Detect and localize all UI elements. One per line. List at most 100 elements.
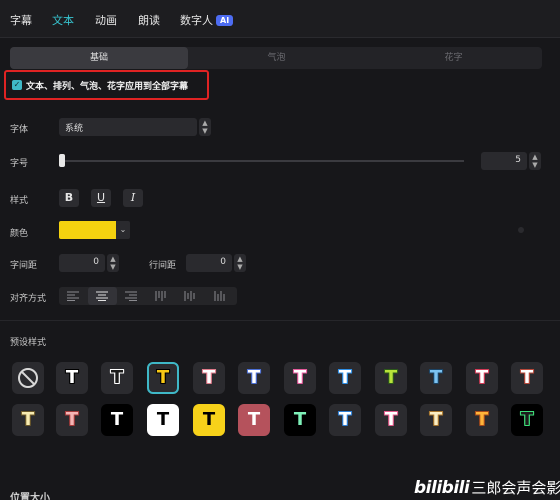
preset-none-button[interactable] xyxy=(12,362,44,394)
letter-spacing-input[interactable]: 0 xyxy=(59,254,105,272)
apply-all-highlight: ✓ 文本、排列、气泡、花字应用到全部字幕 xyxy=(4,70,209,100)
font-size-slider-track[interactable] xyxy=(62,160,464,162)
alignment-label: 对齐方式 xyxy=(10,294,47,304)
preset-style-button[interactable]: T xyxy=(147,404,179,436)
align-right-icon xyxy=(125,291,137,301)
ai-badge: AI xyxy=(216,15,234,26)
preset-glyph: T xyxy=(475,409,489,430)
preset-style-button[interactable]: T xyxy=(420,362,452,394)
tab-text[interactable]: 文本 xyxy=(52,12,74,28)
preset-style-button[interactable]: T xyxy=(284,362,316,394)
preset-style-button[interactable]: T xyxy=(238,404,270,436)
font-select-stepper[interactable]: ▲ ▼ xyxy=(199,118,211,136)
line-spacing-value: 0 xyxy=(220,257,226,267)
preset-glyph: T xyxy=(65,409,79,430)
tab-animation[interactable]: 动画 xyxy=(95,12,117,28)
preset-style-button[interactable]: T xyxy=(193,404,225,436)
tab-digital-human[interactable]: 数字人 AI xyxy=(180,12,234,28)
preset-glyph: T xyxy=(202,409,216,430)
line-spacing-input[interactable]: 0 xyxy=(186,254,232,272)
chevron-up-icon: ▲ xyxy=(110,255,116,263)
preset-style-button[interactable]: T xyxy=(12,404,44,436)
preset-style-button[interactable]: T xyxy=(147,362,179,394)
chevron-down-icon[interactable]: ⌄ xyxy=(116,221,130,239)
vertical-top-button[interactable] xyxy=(147,287,176,305)
preset-glyph: T xyxy=(247,409,261,430)
font-select[interactable]: 系统 xyxy=(59,118,197,136)
watermark-text: 三郎会声会影 xyxy=(471,479,560,497)
preset-glyph: T xyxy=(293,367,307,388)
preset-glyph: T xyxy=(338,409,352,430)
align-left-button[interactable] xyxy=(59,287,88,305)
apply-all-label: 文本、排列、气泡、花字应用到全部字幕 xyxy=(26,82,189,92)
color-swatch[interactable] xyxy=(59,221,116,239)
font-size-label: 字号 xyxy=(10,159,29,169)
no-style-icon xyxy=(18,368,38,388)
vertical-bottom-icon xyxy=(214,291,225,301)
preset-glyph: T xyxy=(65,367,79,388)
subtab-basic[interactable]: 基础 xyxy=(10,47,188,69)
preset-style-button[interactable]: T xyxy=(375,404,407,436)
style-label: 样式 xyxy=(10,196,29,206)
apply-all-checkbox[interactable]: ✓ xyxy=(12,80,22,90)
preset-glyph: T xyxy=(475,367,489,388)
chevron-down-icon: ▼ xyxy=(110,263,116,271)
color-reset-icon[interactable] xyxy=(518,227,524,233)
align-right-button[interactable] xyxy=(117,287,146,305)
tab-digital-human-label: 数字人 xyxy=(180,14,213,27)
top-tab-bar: 字幕 文本 动画 朗读 数字人 AI xyxy=(0,0,560,38)
underline-button[interactable]: U xyxy=(91,189,111,207)
letter-spacing-label: 字间距 xyxy=(10,261,38,271)
preset-glyph: T xyxy=(384,367,398,388)
subtab-bubble[interactable]: 气泡 xyxy=(188,47,365,69)
tab-read-aloud[interactable]: 朗读 xyxy=(138,12,160,28)
vertical-top-icon xyxy=(155,291,166,301)
preset-style-button[interactable]: T xyxy=(56,404,88,436)
preset-style-button[interactable]: T xyxy=(101,404,133,436)
preset-glyph: T xyxy=(247,367,261,388)
preset-glyph: T xyxy=(293,409,307,430)
chevron-up-icon: ▲ xyxy=(202,119,208,127)
preset-style-button[interactable]: T xyxy=(284,404,316,436)
preset-style-button[interactable]: T xyxy=(375,362,407,394)
preset-style-button[interactable]: T xyxy=(420,404,452,436)
vertical-middle-button[interactable] xyxy=(176,287,205,305)
line-spacing-stepper[interactable]: ▲ ▼ xyxy=(234,254,246,272)
preset-style-button[interactable]: T xyxy=(238,362,270,394)
tab-subtitle[interactable]: 字幕 xyxy=(10,12,32,28)
vertical-bottom-button[interactable] xyxy=(206,287,235,305)
letter-spacing-value: 0 xyxy=(93,257,99,267)
preset-glyph: T xyxy=(110,409,124,430)
preset-style-button[interactable]: T xyxy=(329,404,361,436)
preset-style-button[interactable]: T xyxy=(466,362,498,394)
font-size-input[interactable]: 5 xyxy=(481,152,527,170)
preset-glyph: T xyxy=(110,367,124,388)
preset-style-button[interactable]: T xyxy=(56,362,88,394)
font-size-slider-thumb[interactable] xyxy=(59,154,65,167)
preset-style-button[interactable]: T xyxy=(329,362,361,394)
subtab-fancy-text[interactable]: 花字 xyxy=(365,47,542,69)
italic-button[interactable]: I xyxy=(123,189,143,207)
line-spacing-label: 行间距 xyxy=(149,261,177,271)
font-value: 系统 xyxy=(65,124,84,134)
preset-glyph: T xyxy=(21,409,35,430)
letter-spacing-stepper[interactable]: ▲ ▼ xyxy=(107,254,119,272)
font-size-stepper[interactable]: ▲ ▼ xyxy=(529,152,541,170)
font-label: 字体 xyxy=(10,125,29,135)
preset-style-button[interactable]: T xyxy=(193,362,225,394)
preset-styles-label: 预设样式 xyxy=(10,338,47,348)
preset-style-button[interactable]: T xyxy=(511,404,543,436)
preset-glyph: T xyxy=(156,367,170,388)
align-center-button[interactable] xyxy=(88,287,117,305)
chevron-down-icon: ▼ xyxy=(532,161,538,169)
preset-style-button[interactable]: T xyxy=(466,404,498,436)
chevron-down-icon: ▼ xyxy=(202,127,208,135)
bold-button[interactable]: B xyxy=(59,189,79,207)
preset-style-button[interactable]: T xyxy=(511,362,543,394)
preset-style-button[interactable]: T xyxy=(101,362,133,394)
color-label: 颜色 xyxy=(10,229,29,239)
vertical-middle-icon xyxy=(184,291,195,301)
watermark: bilibili 三郎会声会影 xyxy=(414,477,560,498)
preset-glyph: T xyxy=(520,409,534,430)
preset-glyph: T xyxy=(429,409,443,430)
